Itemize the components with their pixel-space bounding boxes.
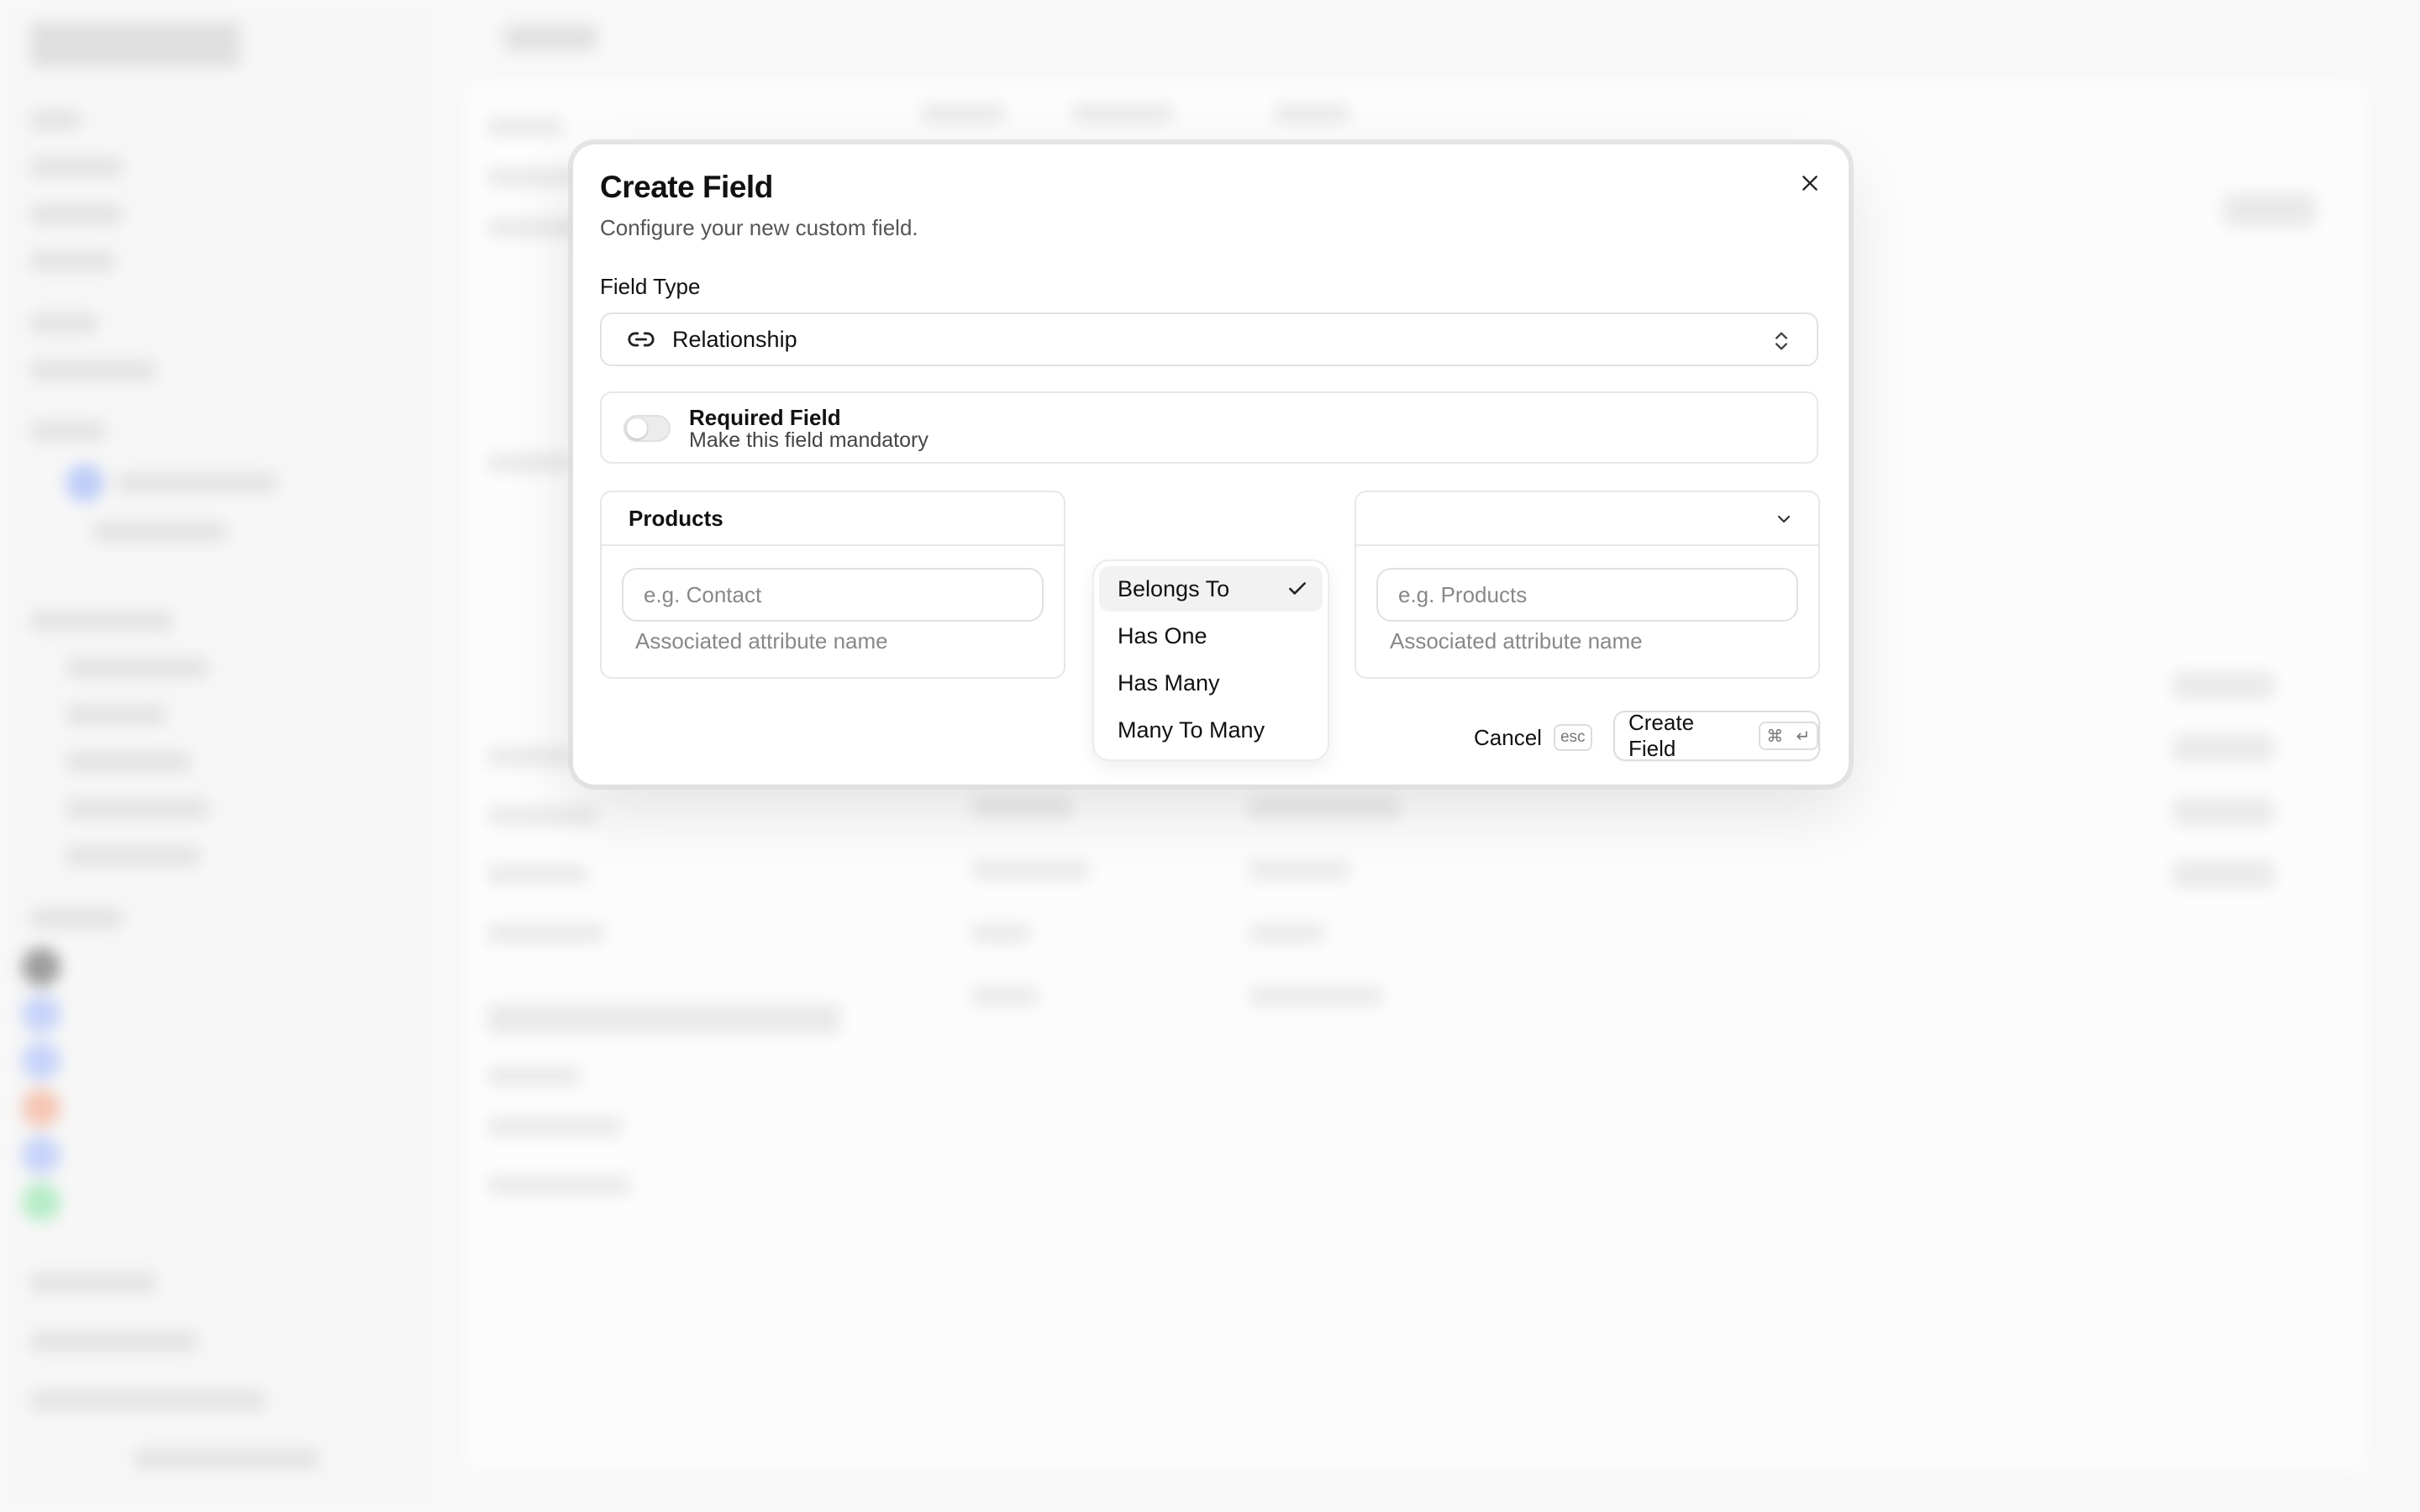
- command-key-icon: ⌘: [1766, 727, 1784, 746]
- source-attribute-input[interactable]: [622, 568, 1044, 622]
- source-entity-header: Products: [602, 492, 1064, 546]
- cancel-label: Cancel: [1474, 724, 1542, 750]
- field-type-label: Field Type: [600, 274, 701, 299]
- source-attribute-help: Associated attribute name: [635, 628, 888, 654]
- option-label: Has Many: [1118, 669, 1220, 696]
- cancel-button[interactable]: Cancel esc: [1474, 714, 1592, 761]
- required-field-title: Required Field: [689, 405, 841, 430]
- option-label: Has One: [1118, 622, 1207, 648]
- source-entity-name: Products: [629, 505, 723, 531]
- required-field-description: Make this field mandatory: [689, 428, 929, 452]
- required-field-row: Required Field Make this field mandatory: [600, 391, 1818, 464]
- relationship-type-dropdown: Belongs To Has One Has Many Many To Many: [1094, 561, 1328, 759]
- toggle-knob: [627, 418, 647, 438]
- target-entity-panel: Associated attribute name: [1355, 491, 1820, 679]
- link-icon: [628, 332, 655, 347]
- enter-key-icon: ↵: [1796, 727, 1811, 746]
- field-type-select[interactable]: Relationship: [600, 312, 1818, 366]
- create-field-label: Create Field: [1628, 710, 1695, 761]
- create-shortcut: ⌘ ↵: [1758, 722, 1818, 750]
- chevron-down-icon: [1777, 515, 1791, 523]
- required-toggle[interactable]: [623, 415, 671, 442]
- esc-shortcut: esc: [1553, 724, 1592, 751]
- target-attribute-input[interactable]: [1376, 568, 1798, 622]
- target-entity-select[interactable]: [1356, 492, 1818, 546]
- dialog-subtitle: Configure your new custom field.: [600, 215, 918, 240]
- option-has-one[interactable]: Has One: [1099, 613, 1323, 659]
- option-label: Belongs To: [1118, 575, 1230, 601]
- option-label: Many To Many: [1118, 717, 1265, 743]
- target-attribute-help: Associated attribute name: [1390, 628, 1643, 654]
- option-belongs-to[interactable]: Belongs To: [1099, 566, 1323, 612]
- close-button[interactable]: [1788, 161, 1832, 205]
- chevrons-up-down-icon: [1776, 332, 1787, 350]
- source-entity-panel: Products Associated attribute name: [600, 491, 1065, 679]
- dialog-title: Create Field: [600, 170, 773, 204]
- create-field-button[interactable]: Create Field ⌘ ↵: [1613, 710, 1820, 761]
- option-has-many[interactable]: Has Many: [1099, 660, 1323, 706]
- field-type-value: Relationship: [672, 326, 797, 352]
- close-icon: [1802, 176, 1818, 191]
- option-many-to-many[interactable]: Many To Many: [1099, 707, 1323, 753]
- check-icon: [1289, 582, 1306, 595]
